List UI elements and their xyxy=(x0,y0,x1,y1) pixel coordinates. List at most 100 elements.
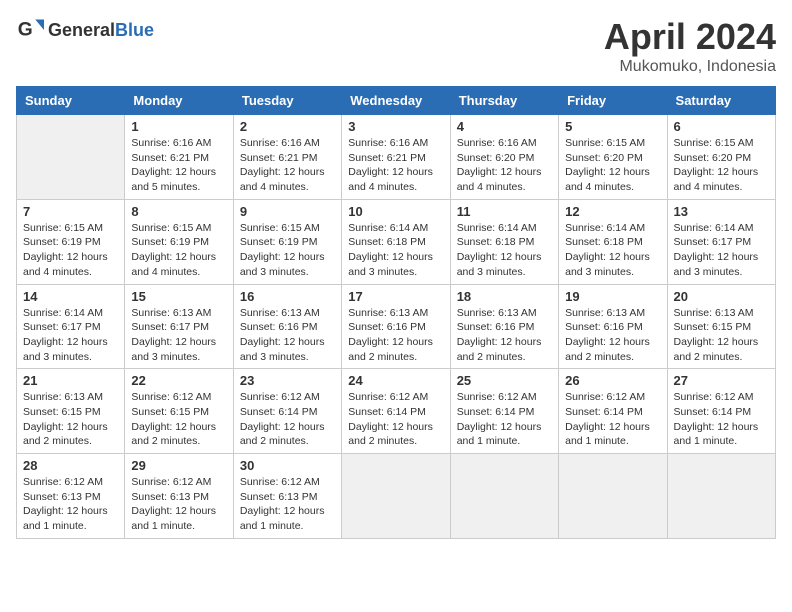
day-info: Sunrise: 6:13 AM Sunset: 6:16 PM Dayligh… xyxy=(240,306,335,365)
day-info: Sunrise: 6:12 AM Sunset: 6:14 PM Dayligh… xyxy=(674,390,769,449)
weekday-row: SundayMondayTuesdayWednesdayThursdayFrid… xyxy=(17,87,776,115)
calendar-cell: 30Sunrise: 6:12 AM Sunset: 6:13 PM Dayli… xyxy=(233,454,341,539)
day-info: Sunrise: 6:12 AM Sunset: 6:14 PM Dayligh… xyxy=(457,390,552,449)
day-info: Sunrise: 6:13 AM Sunset: 6:16 PM Dayligh… xyxy=(457,306,552,365)
calendar-cell: 6 Sunrise: 6:15 AM Sunset: 6:20 PM Daylig… xyxy=(667,115,775,200)
day-number: 11 xyxy=(457,204,552,219)
day-number: 6 xyxy=(674,119,769,134)
calendar-week-row: 7 Sunrise: 6:15 AM Sunset: 6:19 PM Daylig… xyxy=(17,199,776,284)
calendar-cell: 29 Sunrise: 6:12 AM Sunset: 6:13 PM Dayli… xyxy=(125,454,233,539)
day-info: Sunrise: 6:13 AM Sunset: 6:15 PM Dayligh… xyxy=(23,390,118,449)
day-info: Sunrise: 6:14 AM Sunset: 6:18 PM Dayligh… xyxy=(457,221,552,280)
calendar-week-row: 28 Sunrise: 6:12 AM Sunset: 6:13 PM Dayli… xyxy=(17,454,776,539)
day-number: 2 xyxy=(240,119,335,134)
day-info: Sunrise: 6:13 AM Sunset: 6:16 PM Dayligh… xyxy=(565,306,660,365)
day-number: 7 xyxy=(23,204,118,219)
calendar-cell: 9 Sunrise: 6:15 AM Sunset: 6:19 PM Daylig… xyxy=(233,199,341,284)
calendar-cell: 2 Sunrise: 6:16 AM Sunset: 6:21 PM Daylig… xyxy=(233,115,341,200)
svg-text:G: G xyxy=(18,19,33,40)
day-info: Sunrise: 6:12 AM Sunset: 6:14 PM Dayligh… xyxy=(565,390,660,449)
day-info: Sunrise: 6:13 AM Sunset: 6:15 PM Dayligh… xyxy=(674,306,769,365)
calendar-cell: 25 Sunrise: 6:12 AM Sunset: 6:14 PM Dayli… xyxy=(450,369,558,454)
calendar-cell: 20 Sunrise: 6:13 AM Sunset: 6:15 PM Dayli… xyxy=(667,284,775,369)
calendar-cell: 5Sunrise: 6:15 AM Sunset: 6:20 PM Daylig… xyxy=(559,115,667,200)
day-info: Sunrise: 6:12 AM Sunset: 6:13 PM Dayligh… xyxy=(23,475,118,534)
logo-text-blue: Blue xyxy=(115,20,154,40)
calendar-week-row: 21 Sunrise: 6:13 AM Sunset: 6:15 PM Dayli… xyxy=(17,369,776,454)
day-number: 3 xyxy=(348,119,443,134)
day-info: Sunrise: 6:16 AM Sunset: 6:21 PM Dayligh… xyxy=(240,136,335,195)
day-number: 19 xyxy=(565,289,660,304)
calendar-cell xyxy=(450,454,558,539)
day-info: Sunrise: 6:12 AM Sunset: 6:13 PM Dayligh… xyxy=(131,475,226,534)
calendar-cell: 13 Sunrise: 6:14 AM Sunset: 6:17 PM Dayli… xyxy=(667,199,775,284)
day-number: 4 xyxy=(457,119,552,134)
calendar-week-row: 14 Sunrise: 6:14 AM Sunset: 6:17 PM Dayli… xyxy=(17,284,776,369)
day-number: 18 xyxy=(457,289,552,304)
day-info: Sunrise: 6:15 AM Sunset: 6:20 PM Dayligh… xyxy=(565,136,660,195)
day-number: 9 xyxy=(240,204,335,219)
weekday-header: Wednesday xyxy=(342,87,450,115)
day-number: 29 xyxy=(131,458,226,473)
day-number: 17 xyxy=(348,289,443,304)
calendar-cell xyxy=(667,454,775,539)
day-number: 27 xyxy=(674,373,769,388)
day-number: 15 xyxy=(131,289,226,304)
calendar-cell: 27 Sunrise: 6:12 AM Sunset: 6:14 PM Dayli… xyxy=(667,369,775,454)
weekday-header: Sunday xyxy=(17,87,125,115)
calendar-cell xyxy=(342,454,450,539)
calendar-cell: 28 Sunrise: 6:12 AM Sunset: 6:13 PM Dayli… xyxy=(17,454,125,539)
month-title: April 2024 xyxy=(604,16,776,58)
day-number: 20 xyxy=(674,289,769,304)
calendar-cell: 7 Sunrise: 6:15 AM Sunset: 6:19 PM Daylig… xyxy=(17,199,125,284)
calendar-cell: 1 Sunrise: 6:16 AM Sunset: 6:21 PM Daylig… xyxy=(125,115,233,200)
calendar-cell: 17Sunrise: 6:13 AM Sunset: 6:16 PM Dayli… xyxy=(342,284,450,369)
day-info: Sunrise: 6:15 AM Sunset: 6:19 PM Dayligh… xyxy=(23,221,118,280)
calendar-cell: 18 Sunrise: 6:13 AM Sunset: 6:16 PM Dayli… xyxy=(450,284,558,369)
day-info: Sunrise: 6:15 AM Sunset: 6:20 PM Dayligh… xyxy=(674,136,769,195)
day-number: 22 xyxy=(131,373,226,388)
day-info: Sunrise: 6:16 AM Sunset: 6:21 PM Dayligh… xyxy=(131,136,226,195)
day-number: 28 xyxy=(23,458,118,473)
calendar-cell: 14 Sunrise: 6:14 AM Sunset: 6:17 PM Dayli… xyxy=(17,284,125,369)
day-info: Sunrise: 6:14 AM Sunset: 6:17 PM Dayligh… xyxy=(23,306,118,365)
day-number: 24 xyxy=(348,373,443,388)
calendar-cell: 26 Sunrise: 6:12 AM Sunset: 6:14 PM Dayli… xyxy=(559,369,667,454)
day-info: Sunrise: 6:15 AM Sunset: 6:19 PM Dayligh… xyxy=(240,221,335,280)
calendar-table: SundayMondayTuesdayWednesdayThursdayFrid… xyxy=(16,86,776,539)
day-info: Sunrise: 6:16 AM Sunset: 6:20 PM Dayligh… xyxy=(457,136,552,195)
day-info: Sunrise: 6:14 AM Sunset: 6:17 PM Dayligh… xyxy=(674,221,769,280)
day-number: 26 xyxy=(565,373,660,388)
day-number: 1 xyxy=(131,119,226,134)
day-info: Sunrise: 6:14 AM Sunset: 6:18 PM Dayligh… xyxy=(348,221,443,280)
weekday-header: Thursday xyxy=(450,87,558,115)
logo-icon: G xyxy=(16,16,44,44)
calendar-cell: 15 Sunrise: 6:13 AM Sunset: 6:17 PM Dayli… xyxy=(125,284,233,369)
calendar-cell xyxy=(17,115,125,200)
calendar-cell: 8Sunrise: 6:15 AM Sunset: 6:19 PM Daylig… xyxy=(125,199,233,284)
weekday-header: Tuesday xyxy=(233,87,341,115)
calendar-cell: 19 Sunrise: 6:13 AM Sunset: 6:16 PM Dayli… xyxy=(559,284,667,369)
weekday-header: Friday xyxy=(559,87,667,115)
calendar-cell: 12 Sunrise: 6:14 AM Sunset: 6:18 PM Dayli… xyxy=(559,199,667,284)
logo-text-general: General xyxy=(48,20,115,40)
day-info: Sunrise: 6:13 AM Sunset: 6:17 PM Dayligh… xyxy=(131,306,226,365)
calendar-cell: 16Sunrise: 6:13 AM Sunset: 6:16 PM Dayli… xyxy=(233,284,341,369)
page-header: G GeneralBlue April 2024 Mukomuko, Indon… xyxy=(16,16,776,76)
location-title: Mukomuko, Indonesia xyxy=(604,58,776,76)
day-number: 25 xyxy=(457,373,552,388)
day-info: Sunrise: 6:12 AM Sunset: 6:14 PM Dayligh… xyxy=(240,390,335,449)
calendar-cell: 10Sunrise: 6:14 AM Sunset: 6:18 PM Dayli… xyxy=(342,199,450,284)
calendar-cell: 4 Sunrise: 6:16 AM Sunset: 6:20 PM Daylig… xyxy=(450,115,558,200)
day-number: 21 xyxy=(23,373,118,388)
calendar-cell: 11 Sunrise: 6:14 AM Sunset: 6:18 PM Dayli… xyxy=(450,199,558,284)
calendar-week-row: 1 Sunrise: 6:16 AM Sunset: 6:21 PM Daylig… xyxy=(17,115,776,200)
day-info: Sunrise: 6:14 AM Sunset: 6:18 PM Dayligh… xyxy=(565,221,660,280)
day-info: Sunrise: 6:12 AM Sunset: 6:14 PM Dayligh… xyxy=(348,390,443,449)
calendar-cell: 22Sunrise: 6:12 AM Sunset: 6:15 PM Dayli… xyxy=(125,369,233,454)
day-number: 13 xyxy=(674,204,769,219)
day-number: 30 xyxy=(240,458,335,473)
day-number: 12 xyxy=(565,204,660,219)
day-number: 14 xyxy=(23,289,118,304)
logo: G GeneralBlue xyxy=(16,16,154,44)
